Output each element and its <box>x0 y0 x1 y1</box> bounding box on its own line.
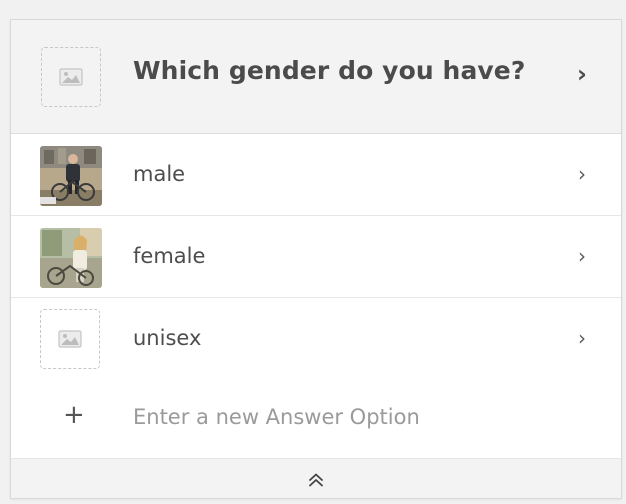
image-placeholder-icon <box>58 330 82 348</box>
collapse-button[interactable] <box>11 459 621 498</box>
question-header[interactable]: Which gender do you have? › <box>11 20 621 134</box>
answer-label-unisex: unisex <box>133 326 202 350</box>
answer-option-unisex[interactable]: unisex › <box>11 298 621 380</box>
new-answer-row: + <box>11 379 621 459</box>
question-card: Which gender do you have? › male › femal… <box>10 19 622 499</box>
answer-image-placeholder[interactable] <box>40 309 100 369</box>
new-answer-input[interactable] <box>133 401 573 433</box>
chevron-right-icon[interactable]: › <box>578 326 586 350</box>
answer-option-male[interactable]: male › <box>11 134 621 216</box>
answer-label-male: male <box>133 162 186 186</box>
double-chevron-up-icon <box>309 473 323 486</box>
chevron-right-icon[interactable]: › <box>577 60 587 88</box>
chevron-right-icon[interactable]: › <box>578 162 586 186</box>
question-image-placeholder[interactable] <box>41 47 101 107</box>
plus-icon[interactable]: + <box>63 400 85 430</box>
image-placeholder-icon <box>59 68 83 86</box>
answer-label-female: female <box>133 244 206 268</box>
question-title: Which gender do you have? <box>133 56 526 85</box>
answer-image-female[interactable] <box>40 228 102 288</box>
answer-option-female[interactable]: female › <box>11 216 621 298</box>
answer-image-male[interactable] <box>40 146 102 206</box>
chevron-right-icon[interactable]: › <box>578 244 586 268</box>
